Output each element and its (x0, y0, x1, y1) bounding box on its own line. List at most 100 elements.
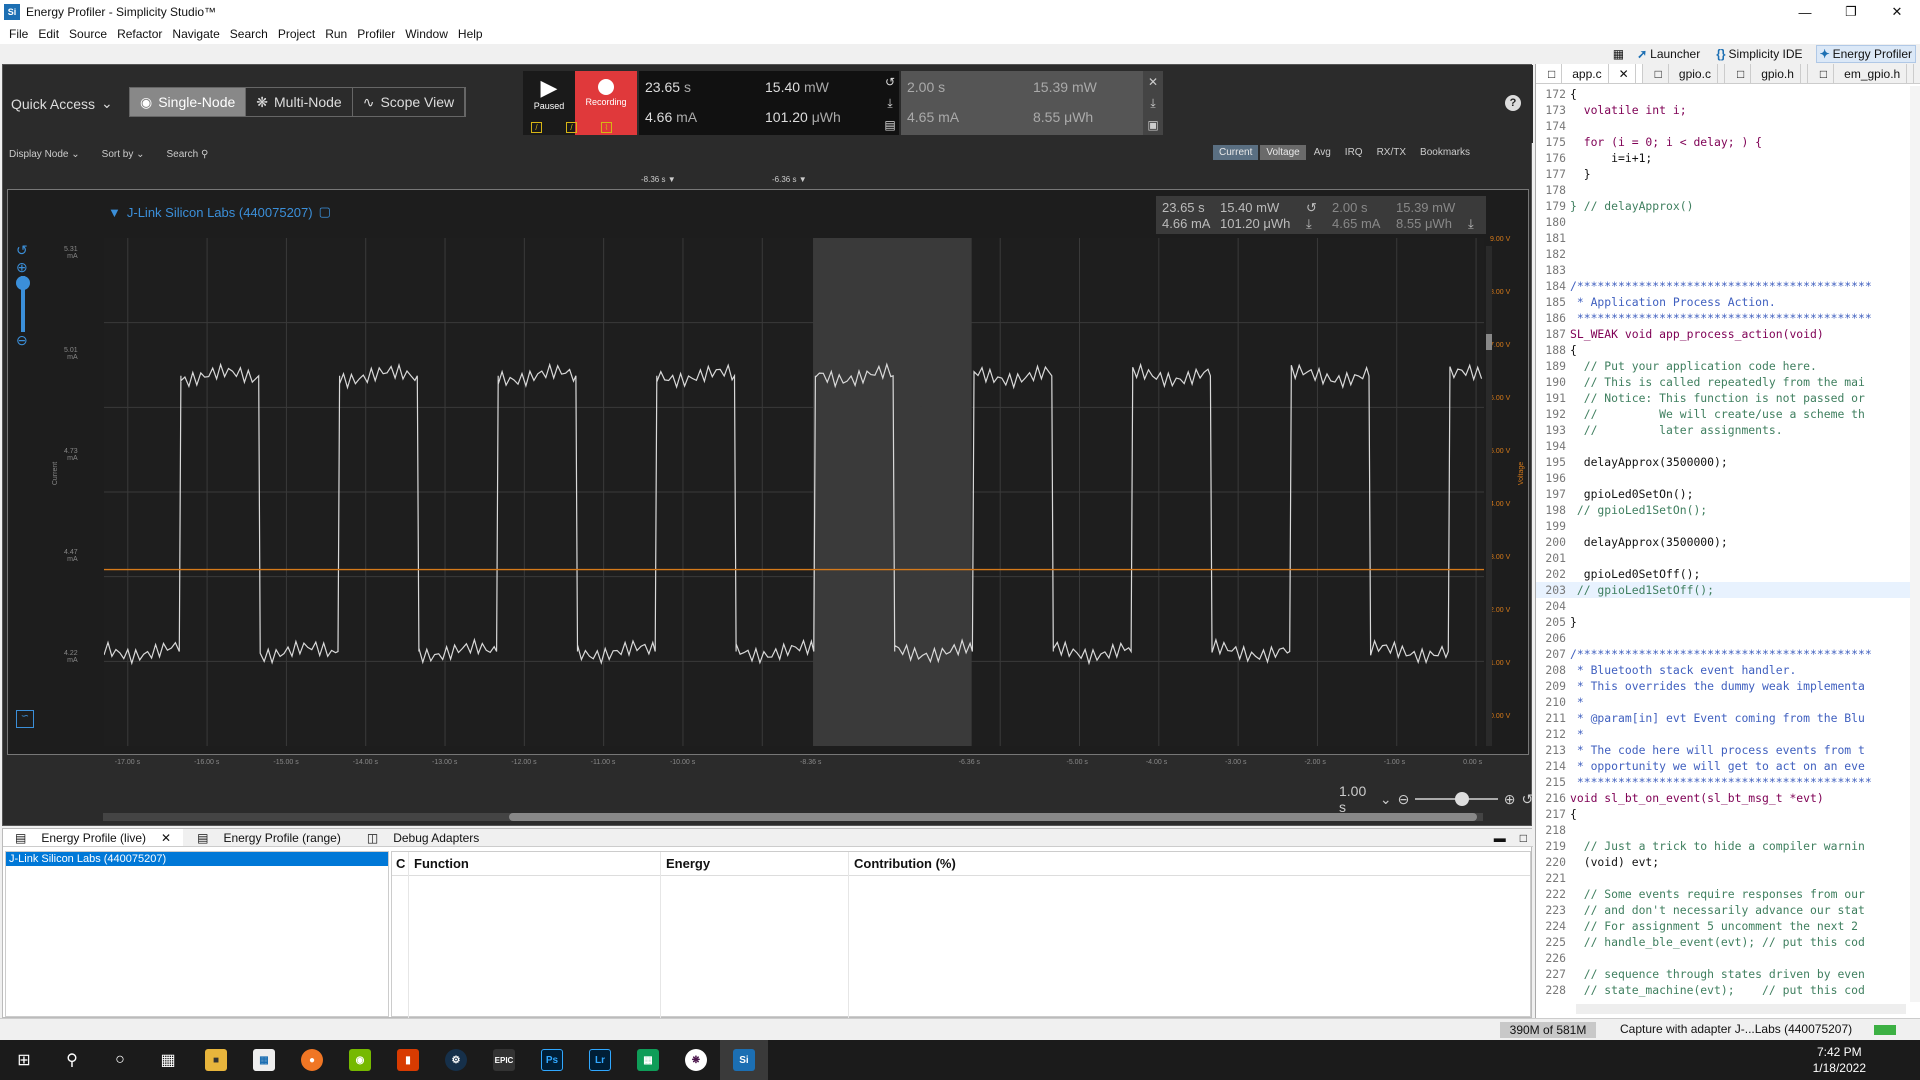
code-line[interactable]: 203 // gpioLed1SetOff(); (1536, 582, 1914, 598)
close-button[interactable]: ✕ (1874, 0, 1920, 24)
trigger-icon[interactable]: ⌇ (601, 122, 612, 133)
code-line[interactable]: 226 (1536, 950, 1914, 966)
menu-navigate[interactable]: Navigate (172, 27, 219, 41)
code-line[interactable]: 188 { (1536, 342, 1914, 358)
table-icon[interactable]: ▤ (884, 118, 895, 132)
code-line[interactable]: 177 } (1536, 166, 1914, 182)
tab-energy-profile-range[interactable]: ▤ Energy Profile (range) (185, 829, 353, 846)
code-line[interactable]: 178 (1536, 182, 1914, 198)
collapse-triangle-icon[interactable]: ▼ (108, 205, 121, 220)
zoom-level-value[interactable]: 1.00 s (1339, 783, 1374, 815)
system-clock[interactable]: 7:42 PM 1/18/2022 (1813, 1044, 1866, 1076)
code-line[interactable]: 208 * Bluetooth stack event handler. (1536, 662, 1914, 678)
code-line[interactable]: 219 // Just a trick to hide a compiler w… (1536, 838, 1914, 854)
code-line[interactable]: 202 gpioLed0SetOff(); (1536, 566, 1914, 582)
menu-window[interactable]: Window (405, 27, 448, 41)
marker-start[interactable]: -8.36 s ▼ (641, 175, 676, 184)
close-icon[interactable]: ✕ (1613, 63, 1636, 84)
epic-games-icon[interactable]: EPIC (480, 1040, 528, 1080)
horizontal-scroll-thumb[interactable] (509, 813, 1477, 821)
toggle-rxtx[interactable]: RX/TX (1371, 145, 1412, 160)
code-line[interactable]: 204 (1536, 598, 1914, 614)
column-header-function[interactable]: Function (410, 856, 662, 871)
code-line[interactable]: 193 // later assignments. (1536, 422, 1914, 438)
steam-icon[interactable]: ⚙ (432, 1040, 480, 1080)
code-line[interactable]: 209 * This overrides the dummy weak impl… (1536, 678, 1914, 694)
code-line[interactable]: 220 (void) evt; (1536, 854, 1914, 870)
menu-project[interactable]: Project (278, 27, 315, 41)
reset-icon[interactable]: ↺ (1521, 791, 1533, 808)
code-line[interactable]: 191 // Notice: This function is not pass… (1536, 390, 1914, 406)
code-line[interactable]: 207 /************************************… (1536, 646, 1914, 662)
code-line[interactable]: 184 /************************************… (1536, 278, 1914, 294)
marker-end[interactable]: -6.36 s ▼ (772, 175, 807, 184)
perspective-launcher[interactable]: ➚ Launcher (1634, 46, 1703, 62)
zoom-out-icon[interactable]: ⊖ (1398, 791, 1410, 808)
code-line[interactable]: 186 ************************************… (1536, 310, 1914, 326)
lightroom-icon[interactable]: Lr (576, 1040, 624, 1080)
code-line[interactable]: 189 // Put your application code here. (1536, 358, 1914, 374)
code-line[interactable]: 185 * Application Process Action. (1536, 294, 1914, 310)
dropdown-box-icon[interactable]: ▢ (319, 204, 331, 220)
nvidia-icon[interactable]: ◉ (336, 1040, 384, 1080)
toggle-bookmarks[interactable]: Bookmarks (1414, 145, 1476, 160)
search-field[interactable]: Search ⚲ (167, 149, 209, 160)
code-line[interactable]: 213 * The code here will process events … (1536, 742, 1914, 758)
editor-horizontal-scrollbar[interactable] (1576, 1004, 1906, 1014)
download-icon[interactable]: ⤓ (1306, 216, 1312, 232)
editor-tab-gpio-h[interactable]: □ gpio.h (1725, 63, 1808, 84)
code-line[interactable]: 179} // delayApprox() (1536, 198, 1914, 214)
toggle-voltage[interactable]: Voltage (1260, 145, 1306, 160)
code-line[interactable]: 173 volatile int i; (1536, 102, 1914, 118)
editor-tab-gpio-c[interactable]: □ gpio.c (1643, 63, 1725, 84)
code-line[interactable]: 183 (1536, 262, 1914, 278)
code-line[interactable]: 181 (1536, 230, 1914, 246)
download-icon[interactable]: ⤓ (887, 96, 892, 111)
code-line[interactable]: 205} (1536, 614, 1914, 630)
trigger-icon[interactable]: / (531, 122, 542, 133)
code-line[interactable]: 222 // Some events require responses fro… (1536, 886, 1914, 902)
code-line[interactable]: 206 (1536, 630, 1914, 646)
code-line[interactable]: 180 (1536, 214, 1914, 230)
code-line[interactable]: 201 (1536, 550, 1914, 566)
code-line[interactable]: 210 * (1536, 694, 1914, 710)
code-line[interactable]: 182 (1536, 246, 1914, 262)
menu-profiler[interactable]: Profiler (357, 27, 395, 41)
download-icon[interactable]: ⤓ (1468, 216, 1474, 232)
open-perspective-icon[interactable]: ▦ (1613, 47, 1624, 61)
display-node-dropdown[interactable]: Display Node ⌄ (9, 149, 80, 160)
search-icon[interactable]: ⚲ (48, 1040, 96, 1080)
mode-scope-view-button[interactable]: ∿ Scope View (353, 88, 466, 116)
code-line[interactable]: 227 // sequence through states driven by… (1536, 966, 1914, 982)
mode-multi-node-button[interactable]: ❋ Multi-Node (246, 88, 353, 116)
reset-zoom-icon[interactable]: ↺ (16, 242, 28, 259)
editor-vertical-scrollbar[interactable] (1910, 86, 1920, 1002)
code-area[interactable]: 172{173 volatile int i; 174 175 for (i = 0… (1536, 86, 1914, 1002)
quick-access-dropdown[interactable]: Quick Access ⌄ (11, 95, 113, 112)
menu-search[interactable]: Search (230, 27, 268, 41)
curve-fit-icon[interactable]: ∽ (16, 710, 34, 728)
maximize-view-icon[interactable]: □ (1514, 829, 1533, 846)
zoom-in-icon[interactable]: ⊕ (16, 259, 28, 276)
file-explorer-icon[interactable]: ■ (192, 1040, 240, 1080)
zoom-slider[interactable] (16, 276, 30, 332)
toggle-current[interactable]: Current (1213, 145, 1259, 160)
horizontal-scrollbar[interactable] (103, 813, 1483, 821)
code-line[interactable]: 215 ************************************… (1536, 774, 1914, 790)
time-zoom-handle[interactable] (1455, 792, 1470, 806)
code-line[interactable]: 199 (1536, 518, 1914, 534)
firefox-icon[interactable]: ● (288, 1040, 336, 1080)
perspective-simplicity-ide[interactable]: {} Simplicity IDE (1713, 46, 1805, 62)
sort-by-dropdown[interactable]: Sort by ⌄ (102, 149, 145, 160)
minimize-view-icon[interactable]: ▬ (1488, 829, 1512, 846)
windows-start-icon[interactable]: ⊞ (0, 1040, 48, 1080)
editor-tab-em-gpio-h[interactable]: □ em_gpio.h (1808, 63, 1915, 84)
menu-refactor[interactable]: Refactor (117, 27, 162, 41)
chevron-down-icon[interactable]: ⌄ (1380, 791, 1392, 808)
menu-edit[interactable]: Edit (38, 27, 59, 41)
code-line[interactable]: 214 * opportunity we will get to act on … (1536, 758, 1914, 774)
device-header[interactable]: ▼ J-Link Silicon Labs (440075207) ▢ (108, 204, 331, 220)
code-line[interactable]: 200 delayApprox(3500000); (1536, 534, 1914, 550)
zoom-fit-icon[interactable]: ▣ (1147, 118, 1158, 132)
editor-tab-app-c[interactable]: □ app.c ✕ (1536, 63, 1643, 84)
